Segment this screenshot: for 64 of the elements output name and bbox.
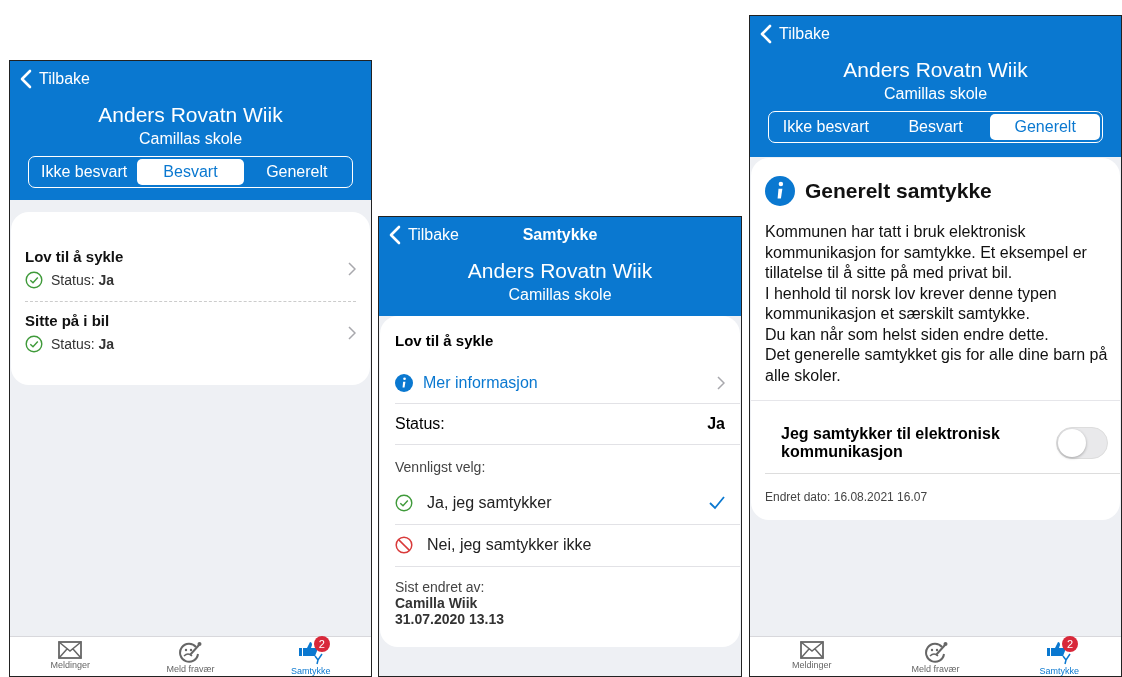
consent-title: Lov til å sykle (25, 248, 124, 265)
consent-paragraph: Det generelle samtykket gis for alle dine barn på alle skoler. (765, 345, 1109, 386)
changed-by-name: Camilla Wiik (395, 595, 479, 611)
consent-title: Sitte på i bil (25, 312, 111, 329)
tab-bar-item[interactable]: Meld fravær (873, 637, 998, 676)
changed-date: 31.07.2020 13.13 (395, 611, 505, 627)
consent-paragraph: Kommunen har tatt i bruk elektronisk kommunikasjon for samtykke. Et eksempel er tillatelse til å sitte på med privat bil. (765, 222, 1088, 283)
consent-list-item[interactable]: Sitte på i bil Status: Ja (25, 301, 356, 365)
segment-tab[interactable]: Generelt (990, 114, 1100, 140)
back-button[interactable]: Tilbake (20, 69, 90, 89)
envelope-icon (58, 641, 83, 659)
status-text: Status: Ja (51, 336, 115, 352)
tab-bar-item[interactable]: 2 Samtykke (250, 637, 371, 676)
toggle-switch[interactable] (1056, 427, 1108, 459)
school-name: Camillas skole (508, 286, 612, 304)
card-heading: Lov til å sykle (395, 332, 495, 351)
card-heading: Generelt samtykke (805, 179, 992, 203)
back-chevron-icon (20, 69, 32, 89)
consent-option[interactable]: Nei, jeg samtykker ikke (395, 525, 740, 567)
child-name: Anders Rovatn Wiik (98, 103, 283, 127)
segment-tab[interactable]: Ikke besvart (771, 114, 881, 140)
chevron-right-icon (717, 376, 725, 390)
tab-bar-item[interactable]: Meld fravær (130, 637, 251, 676)
consent-paragraph: I henhold til norsk lov krever denne typen kommunikasjon et særskilt samtykke. (765, 283, 1058, 324)
chevron-right-icon (348, 261, 356, 276)
thumbs-up-icon (1046, 641, 1073, 665)
changed-date: Endret dato: 16.08.2021 16.07 (764, 489, 929, 504)
segment-tab[interactable]: Generelt (243, 159, 350, 185)
notification-badge: 2 (1062, 636, 1079, 652)
segment-tab[interactable]: Besvart (880, 114, 991, 140)
back-chevron-icon (760, 24, 772, 44)
notification-badge: 2 (313, 636, 330, 652)
tab-bar-item[interactable]: Meldinger (10, 637, 131, 676)
tab-bar-item[interactable]: Meldinger (750, 637, 874, 676)
child-name: Anders Rovatn Wiik (467, 259, 653, 283)
back-button[interactable]: Tilbake (760, 24, 830, 44)
prohibited-icon (395, 536, 413, 554)
back-chevron-icon (389, 225, 401, 245)
face-with-pen-icon (923, 641, 948, 663)
segment-tab[interactable]: Ikke besvart (31, 159, 138, 185)
envelope-icon (799, 641, 824, 659)
toggle-label: Jeg samtykker til elektronisk kommunikasjon (781, 425, 1001, 461)
consent-list-item[interactable]: Lov til å sykle Status: Ja (25, 238, 356, 301)
more-info-link[interactable]: Mer informasjon (423, 374, 707, 392)
child-name: Anders Rovatn Wiik (843, 58, 1028, 82)
nav-title: Samtykke (522, 226, 598, 244)
face-with-pen-icon (178, 641, 203, 663)
consent-option[interactable]: Ja, jeg samtykker (395, 483, 740, 525)
check-circle-icon (395, 494, 413, 512)
school-name: Camillas skole (883, 85, 988, 103)
chevron-right-icon (348, 325, 356, 340)
status-text: Status: Ja (51, 272, 115, 288)
info-icon (765, 176, 795, 206)
consent-paragraph: Du kan når som helst siden endre dette. (765, 324, 1050, 345)
segment-tab[interactable]: Besvart (137, 159, 244, 185)
school-name: Camillas skole (138, 130, 243, 148)
status-label: Status: (395, 415, 446, 433)
tab-bar-item[interactable]: 2 Samtykke (997, 637, 1121, 676)
back-button[interactable]: Tilbake (389, 225, 459, 245)
info-icon (395, 374, 413, 392)
choose-prompt: Vennligst velg: (395, 458, 487, 477)
changed-by-label: Sist endret av: (395, 579, 486, 595)
status-value: Ja (707, 415, 725, 433)
thumbs-up-icon (297, 641, 324, 665)
